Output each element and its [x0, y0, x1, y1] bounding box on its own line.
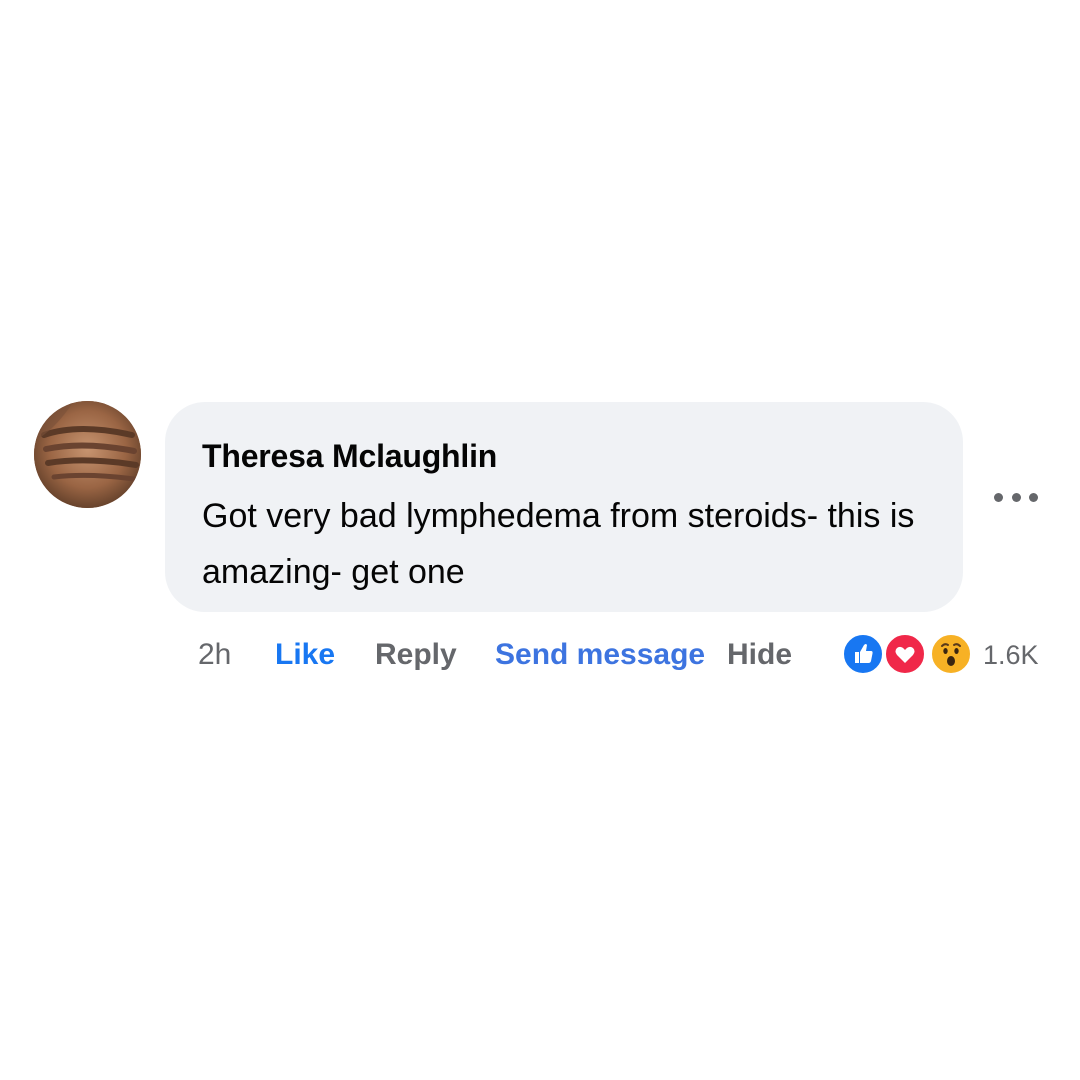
profile-photo-icon — [34, 401, 141, 508]
comment-timestamp[interactable]: 2h — [198, 638, 231, 672]
comment-author[interactable]: Theresa Mclaughlin — [202, 438, 497, 475]
avatar[interactable] — [34, 401, 141, 508]
wow-reaction-icon — [929, 632, 973, 676]
send-message-button[interactable]: Send message — [495, 638, 705, 672]
hide-button[interactable]: Hide — [727, 638, 792, 672]
like-reaction-icon — [841, 632, 885, 676]
reply-button[interactable]: Reply — [375, 638, 457, 672]
comment-stage: Theresa Mclaughlin Got very bad lymphede… — [0, 0, 1080, 1080]
reaction-count: 1.6K — [983, 640, 1039, 670]
more-dot — [1011, 492, 1021, 502]
comment-text: Got very bad lymphedema from steroids- t… — [202, 497, 915, 591]
comment-bubble: Theresa Mclaughlin Got very bad lymphede… — [165, 402, 963, 612]
more-dot — [994, 492, 1003, 502]
love-reaction-icon — [883, 632, 927, 676]
more-options-icon[interactable] — [994, 487, 1038, 507]
reactions-summary[interactable]: 1.6K — [841, 632, 1041, 678]
more-dot — [1029, 492, 1038, 502]
like-button[interactable]: Like — [275, 638, 335, 672]
